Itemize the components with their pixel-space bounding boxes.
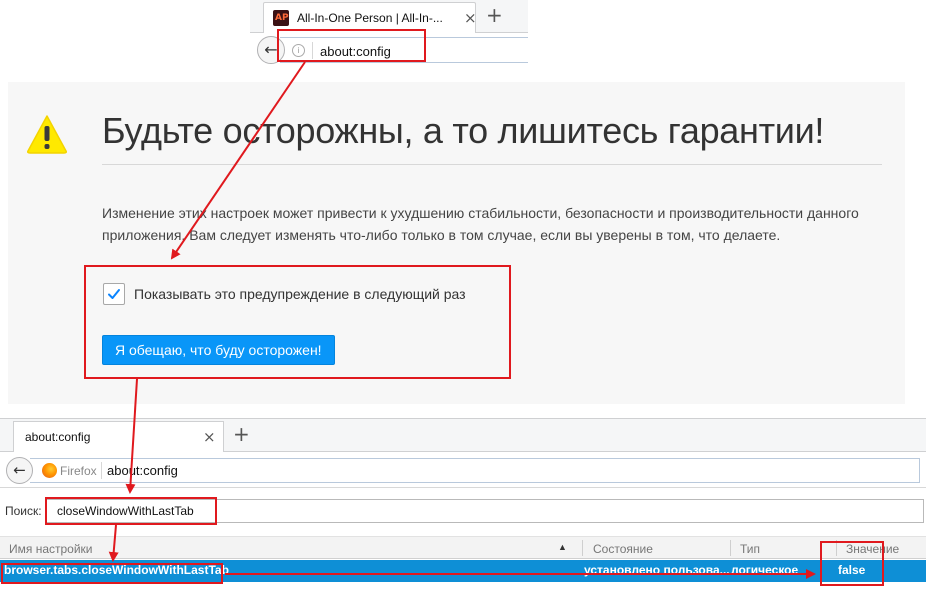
title-divider <box>102 164 882 165</box>
pref-status[interactable]: установлено пользова... <box>584 563 730 577</box>
bottom-nav-bar: Firefox about:config ← <box>0 452 926 488</box>
search-highlight-box <box>45 497 217 525</box>
favicon-text: AP <box>275 13 289 23</box>
bottom-url-bar[interactable]: Firefox about:config <box>30 458 920 483</box>
about-config-tab[interactable]: about:config × <box>13 421 224 452</box>
pref-type[interactable]: логическое <box>731 563 831 577</box>
value-highlight-box <box>820 541 884 586</box>
warning-controls-highlight-box <box>84 265 511 379</box>
warning-title: Будьте осторожны, а то лишитесь гарантии… <box>102 110 825 151</box>
top-tab-title: All-In-One Person | All-In-... <box>297 11 443 25</box>
bottom-tab-strip: about:config × + <box>0 419 926 452</box>
column-type-header[interactable]: Тип <box>740 542 760 556</box>
column-separator <box>582 540 583 556</box>
sort-ascending-icon[interactable]: ▲ <box>558 542 567 552</box>
new-tab-icon[interactable]: + <box>233 422 250 446</box>
firefox-icon <box>42 463 57 478</box>
bottom-url-text[interactable]: about:config <box>107 463 178 478</box>
url-separator <box>101 462 102 479</box>
column-status-header[interactable]: Состояние <box>593 542 653 556</box>
preferences-header: Имя настройки ▲ Состояние Тип Значение <box>0 536 926 559</box>
back-arrow-icon[interactable]: ← <box>6 457 33 484</box>
column-name-header[interactable]: Имя настройки <box>9 542 93 556</box>
search-label: Поиск: <box>5 504 42 518</box>
warning-triangle-icon <box>27 115 67 154</box>
column-separator <box>730 540 731 556</box>
site-favicon-icon: AP <box>273 10 289 26</box>
pref-name-highlight-box <box>1 563 223 584</box>
bottom-tab-title: about:config <box>25 430 91 444</box>
url-highlight-box <box>277 29 426 62</box>
close-tab-icon[interactable]: × <box>203 428 216 446</box>
identity-label: Firefox <box>60 464 97 478</box>
new-tab-icon[interactable]: + <box>486 3 503 27</box>
close-tab-icon[interactable]: × <box>464 9 477 27</box>
warning-message: Изменение этих настроек может привести к… <box>102 205 859 243</box>
